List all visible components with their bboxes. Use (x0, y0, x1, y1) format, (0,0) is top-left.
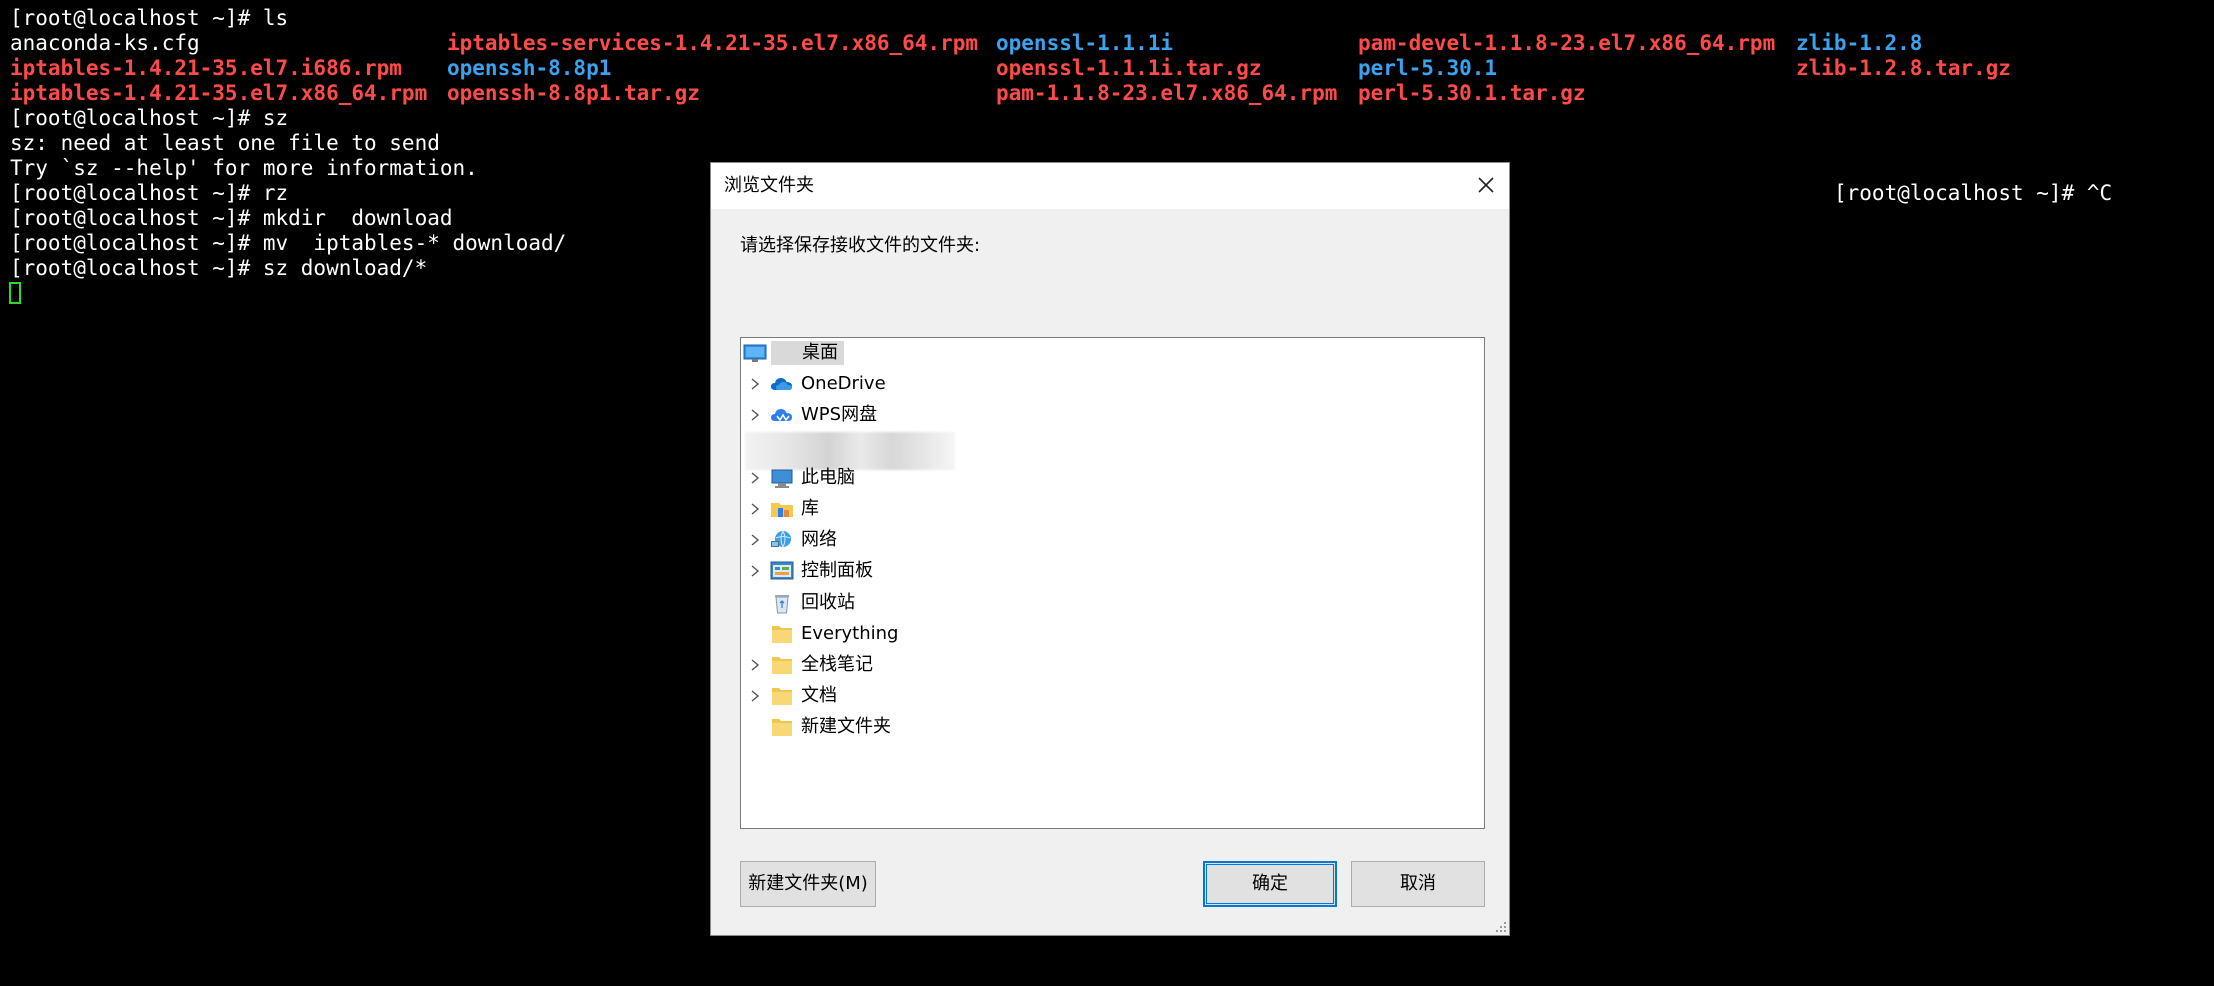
tree-item-label: Everything (801, 622, 899, 644)
dialog-title: 浏览文件夹 (724, 175, 814, 196)
chevron-right-icon[interactable] (745, 405, 765, 425)
tree-item-label: WPS网盘 (801, 404, 878, 426)
ls-file-entry: perl-5.30.1.tar.gz (1358, 81, 1586, 105)
ls-file-entry: openssl-1.1.1i.tar.gz (996, 56, 1262, 80)
folder-icon (770, 716, 794, 738)
close-icon (1478, 177, 1494, 193)
folder-tree[interactable]: 桌面 OneDrive WPS网盘此电脑库网络控制面板回收站 Everything 全栈… (740, 337, 1485, 829)
tree-item[interactable]: Everything (741, 619, 1481, 649)
wps-cloud-icon (770, 404, 794, 426)
ls-file-entry: openssl-1.1.1i (996, 31, 1174, 55)
terminal-line: [root@localhost ~]# mv iptables-* downlo… (10, 231, 567, 255)
chevron-right-icon[interactable] (745, 499, 765, 519)
terminal-line: [root@localhost ~]# mkdir download (10, 206, 453, 230)
folder-icon (770, 654, 794, 676)
folder-icon (770, 623, 794, 645)
chevron-right-icon[interactable] (745, 530, 765, 550)
tree-item-label: 回收站 (801, 591, 855, 613)
browse-folder-dialog: 浏览文件夹 请选择保存接收文件的文件夹: 桌面 OneDrive WPS网盘此电脑库… (710, 162, 1510, 936)
cancel-button[interactable]: 取消 (1351, 861, 1485, 907)
recycle-bin-icon (770, 592, 794, 614)
new-folder-button[interactable]: 新建文件夹(M) (740, 861, 876, 907)
tree-item-label: 此电脑 (801, 466, 855, 488)
tree-item[interactable]: 全栈笔记 (741, 650, 1481, 680)
chevron-right-icon[interactable] (745, 561, 765, 581)
tree-item[interactable]: 网络 (741, 525, 1481, 555)
ls-file-entry: pam-devel-1.1.8-23.el7.x86_64.rpm (1358, 31, 1776, 55)
ls-file-entry: zlib-1.2.8.tar.gz (1796, 56, 2011, 80)
ls-file-entry: pam-1.1.8-23.el7.x86_64.rpm (996, 81, 1338, 105)
tree-item[interactable]: 文档 (741, 681, 1481, 711)
dialog-titlebar[interactable]: 浏览文件夹 (711, 163, 1509, 209)
tree-item[interactable]: 新建文件夹 (741, 712, 1481, 742)
tree-item-label: 新建文件夹 (801, 716, 891, 738)
ls-file-entry: anaconda-ks.cfg (10, 31, 200, 55)
ls-file-entry: perl-5.30.1 (1358, 56, 1498, 80)
tree-item-label: 文档 (801, 685, 837, 707)
dialog-instruction: 请选择保存接收文件的文件夹: (740, 235, 981, 256)
ls-file-entry: openssh-8.8p1 (447, 56, 612, 80)
tree-item[interactable] (741, 431, 1481, 470)
terminal-line: [root@localhost ~]# ls (10, 6, 289, 30)
tree-item[interactable]: 控制面板 (741, 556, 1481, 586)
chevron-right-icon[interactable] (745, 468, 765, 488)
tree-item-label: 全栈笔记 (801, 654, 873, 675)
ls-file-entry: iptables-services-1.4.21-35.el7.x86_64.r… (447, 31, 979, 55)
terminal-line: [root@localhost ~]# rz (10, 181, 289, 205)
tree-item[interactable]: WPS网盘 (741, 400, 1481, 430)
tree-item-label: 网络 (801, 529, 837, 551)
ls-file-entry: zlib-1.2.8 (1796, 31, 1923, 55)
computer-icon (770, 467, 794, 489)
desktop-icon (743, 342, 767, 364)
terminal-line: [root@localhost ~]# sz download/* (10, 256, 428, 280)
chevron-right-icon[interactable] (745, 374, 765, 394)
terminal-line: Try `sz --help' for more information. (10, 156, 478, 180)
ls-file-entry: iptables-1.4.21-35.el7.i686.rpm (10, 56, 402, 80)
network-icon (770, 529, 794, 551)
terminal-line: sz: need at least one file to send (10, 131, 440, 155)
tree-item[interactable]: 回收站 (741, 588, 1481, 618)
tree-item-label: 库 (801, 498, 819, 519)
folder-icon (770, 685, 794, 707)
close-button[interactable] (1465, 165, 1507, 205)
ok-button[interactable]: 确定 (1203, 861, 1337, 907)
control-panel-icon (770, 560, 794, 582)
tree-item-label: OneDrive (801, 373, 886, 395)
tree-item-label: 控制面板 (801, 560, 873, 582)
terminal-trailing-prompt: [root@localhost ~]# ^C (1834, 181, 2113, 205)
ls-file-entry: iptables-1.4.21-35.el7.x86_64.rpm (10, 81, 428, 105)
tree-item[interactable]: OneDrive (741, 369, 1481, 399)
tree-item[interactable]: 此电脑 (741, 463, 1481, 493)
terminal-line: [root@localhost ~]# sz (10, 106, 289, 130)
chevron-right-icon[interactable] (745, 655, 765, 675)
onedrive-cloud-icon (770, 373, 794, 395)
library-icon (770, 498, 794, 520)
ls-file-entry: openssh-8.8p1.tar.gz (447, 81, 700, 105)
resize-grip-icon[interactable] (1495, 921, 1507, 933)
tree-item-label: 桌面 (771, 341, 844, 365)
tree-item[interactable]: 库 (741, 494, 1481, 524)
terminal-cursor (9, 282, 21, 304)
tree-item[interactable]: 桌面 (741, 338, 1481, 368)
chevron-right-icon[interactable] (745, 686, 765, 706)
